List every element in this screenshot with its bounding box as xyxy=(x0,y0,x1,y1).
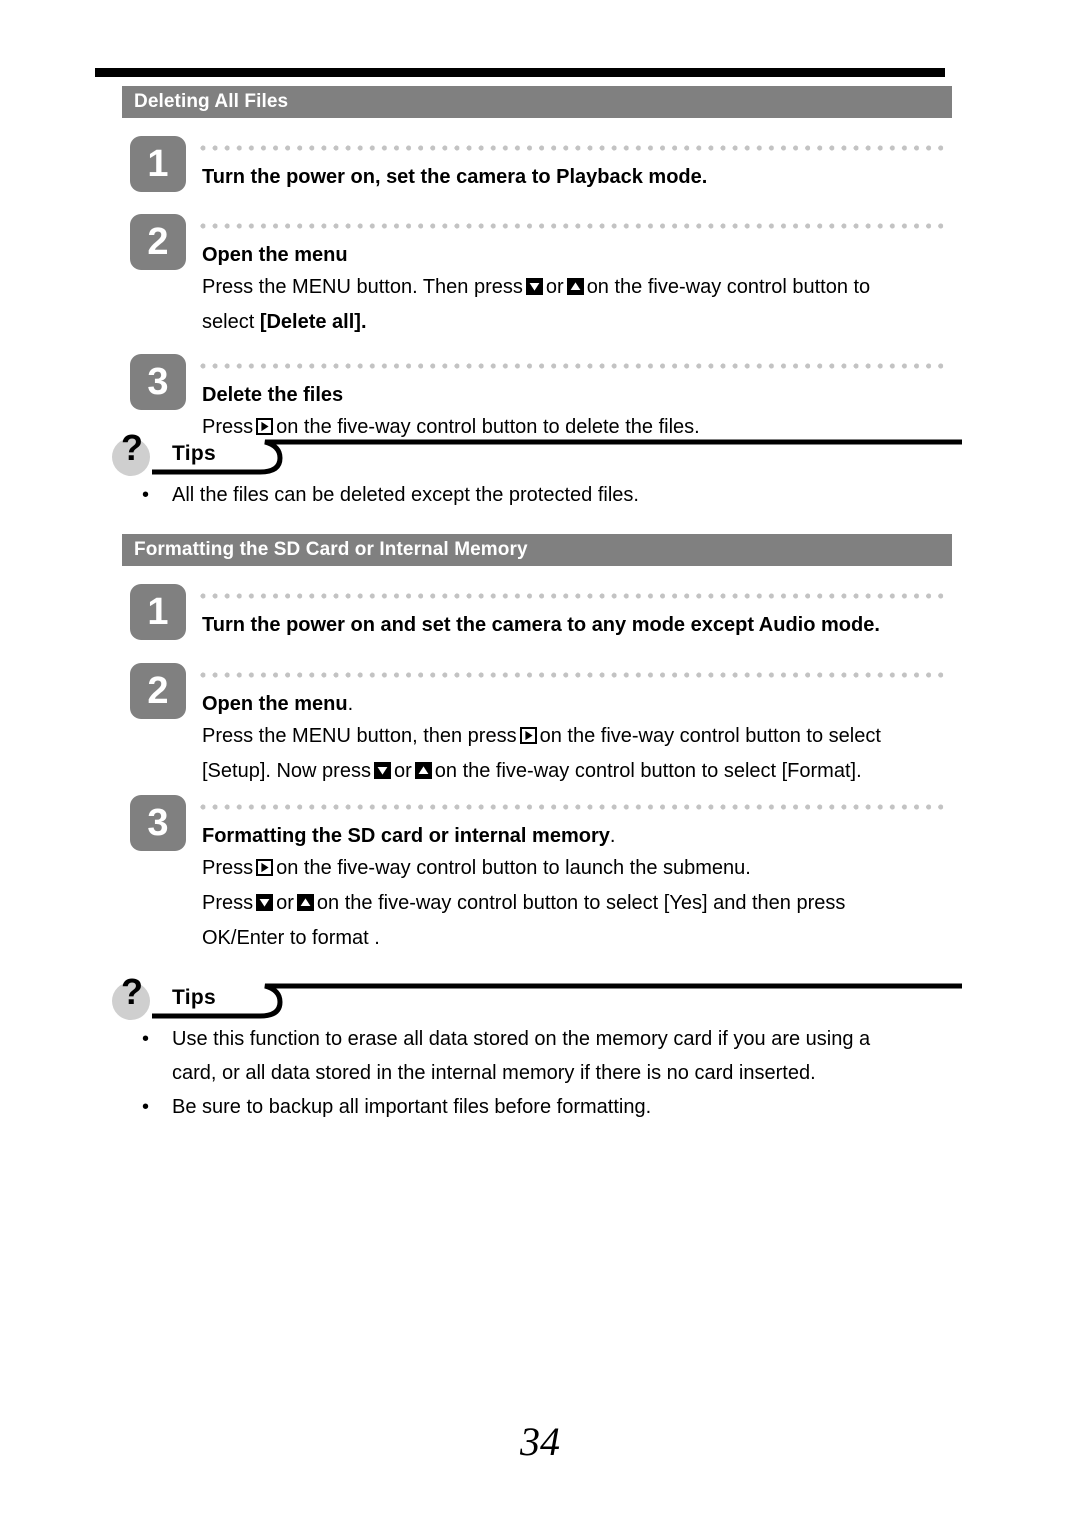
step-content: Turn the power on and set the camera to … xyxy=(202,610,952,640)
text-run: [Setup]. Now press xyxy=(202,760,371,782)
step-title: Open the menu xyxy=(202,244,348,266)
page-number: 34 xyxy=(520,1419,560,1464)
step-instruction-line: select [Delete all]. xyxy=(202,305,952,340)
text-run: Press xyxy=(202,892,254,914)
step-instruction-line: Press the MENU button. Then press or on th… xyxy=(202,270,952,305)
arrow-down-key-icon xyxy=(373,762,391,779)
arrow-up-key-icon xyxy=(566,278,584,295)
step-number-badge: 2 xyxy=(130,663,186,719)
bullet-marker: • xyxy=(142,1028,150,1050)
text-run: on the five-way control button to select xyxy=(539,725,881,747)
tips-label: Tips xyxy=(172,442,216,465)
text-run: Press the MENU button. Then press xyxy=(202,276,523,298)
text-run: . xyxy=(609,825,616,847)
step-instruction-line: Press on the five-way control button to l… xyxy=(202,851,952,886)
tips-item-text: All the files can be deleted except the … xyxy=(172,484,639,506)
step-title: Delete the files xyxy=(202,384,344,406)
step-content: Open the menu Press the MENU button. The… xyxy=(202,240,952,340)
tips-item-text-line1: Use this function to erase all data stor… xyxy=(172,1028,871,1050)
manual-page: Deleting All Files 1 Turn the power on, … xyxy=(0,0,1080,1527)
section-header-deleting-all-files: Deleting All Files xyxy=(122,86,952,118)
arrow-right-key-icon xyxy=(519,727,537,744)
tips-list: • All the files can be deleted except the… xyxy=(112,478,962,512)
dotted-separator xyxy=(200,363,944,369)
tips-rule-graphic xyxy=(152,439,962,475)
arrow-down-key-icon xyxy=(256,894,274,911)
tips-block-1: ? Tips • All the files can be deleted exc… xyxy=(112,427,962,506)
bullet-marker: • xyxy=(142,1096,150,1118)
text-run: or xyxy=(545,276,564,298)
dotted-separator xyxy=(200,672,944,678)
step-title: Turn the power on, set the camera to Pla… xyxy=(202,166,708,188)
step-number-badge: 1 xyxy=(130,136,186,192)
arrow-down-key-icon xyxy=(525,278,543,295)
step-instruction-line: Press the MENU button, then press on the … xyxy=(202,719,952,754)
tips-list-item: • Use this function to erase all data sto… xyxy=(112,1022,962,1090)
step-content: Open the menu. Press the MENU button, th… xyxy=(202,689,952,789)
text-run: Press the MENU button, then press xyxy=(202,725,517,747)
question-mark-icon: ? xyxy=(121,427,143,468)
section-title: Deleting All Files xyxy=(134,91,289,112)
arrow-up-key-icon xyxy=(414,762,432,779)
step-content: Formatting the SD card or internal memor… xyxy=(202,821,952,956)
menu-item-reference: [Delete all]. xyxy=(259,311,367,333)
step-number-badge: 1 xyxy=(130,584,186,640)
step-instruction-line: OK/Enter to format . xyxy=(202,927,380,949)
text-run: or xyxy=(393,760,412,782)
top-rule xyxy=(95,68,945,77)
step-number-badge: 2 xyxy=(130,214,186,270)
dotted-separator xyxy=(200,593,944,599)
step-instruction-line: Press or on the five-way control button to… xyxy=(202,886,952,921)
step-title: Open the menu. xyxy=(202,689,952,719)
step-content: Turn the power on, set the camera to Pla… xyxy=(202,162,952,192)
text-run: or xyxy=(276,892,294,914)
section-header-formatting-sd-card: Formatting the SD Card or Internal Memor… xyxy=(122,534,952,566)
text-run: on the five-way control button to select… xyxy=(316,892,846,914)
bullet-marker: • xyxy=(142,484,150,506)
step-instruction-line: [Setup]. Now press or on the five-way cont… xyxy=(202,754,952,789)
tips-item-text-line2: card, or all data stored in the internal… xyxy=(172,1062,816,1084)
tips-rule-graphic xyxy=(152,983,962,1019)
text-run: on the five-way control button to launch… xyxy=(276,857,751,879)
tips-list: • Use this function to erase all data sto… xyxy=(112,1022,962,1124)
text-run: on the five-way control button to xyxy=(586,276,871,298)
section-title: Formatting the SD Card or Internal Memor… xyxy=(134,539,528,560)
tips-label: Tips xyxy=(172,986,216,1009)
dotted-separator xyxy=(200,223,944,229)
step-title: Formatting the SD card or internal memor… xyxy=(202,821,952,851)
text-run: Formatting the SD card or internal memor… xyxy=(202,825,610,847)
question-mark-icon: ? xyxy=(121,971,143,1012)
tips-list-item: • All the files can be deleted except the… xyxy=(112,478,962,512)
step-number-badge: 3 xyxy=(130,354,186,410)
tips-list-item: • Be sure to backup all important files b… xyxy=(112,1090,962,1124)
text-run: Press xyxy=(202,857,254,879)
tips-header: ? Tips xyxy=(112,427,962,478)
dotted-separator xyxy=(200,145,944,151)
text-run: select xyxy=(202,311,255,333)
step-title: Turn the power on and set the camera to … xyxy=(202,614,880,636)
arrow-up-key-icon xyxy=(296,894,314,911)
tips-header: ? Tips xyxy=(112,971,962,1022)
text-run: Open the menu xyxy=(202,693,348,715)
tips-item-text: Be sure to backup all important files be… xyxy=(172,1096,652,1118)
dotted-separator xyxy=(200,804,944,810)
arrow-right-key-icon xyxy=(256,859,274,876)
text-run: on the five-way control button to select… xyxy=(434,760,862,782)
tips-block-2: ? Tips • Use this function to erase all d… xyxy=(112,971,962,1118)
step-number-badge: 3 xyxy=(130,795,186,851)
text-run: . xyxy=(347,693,354,715)
